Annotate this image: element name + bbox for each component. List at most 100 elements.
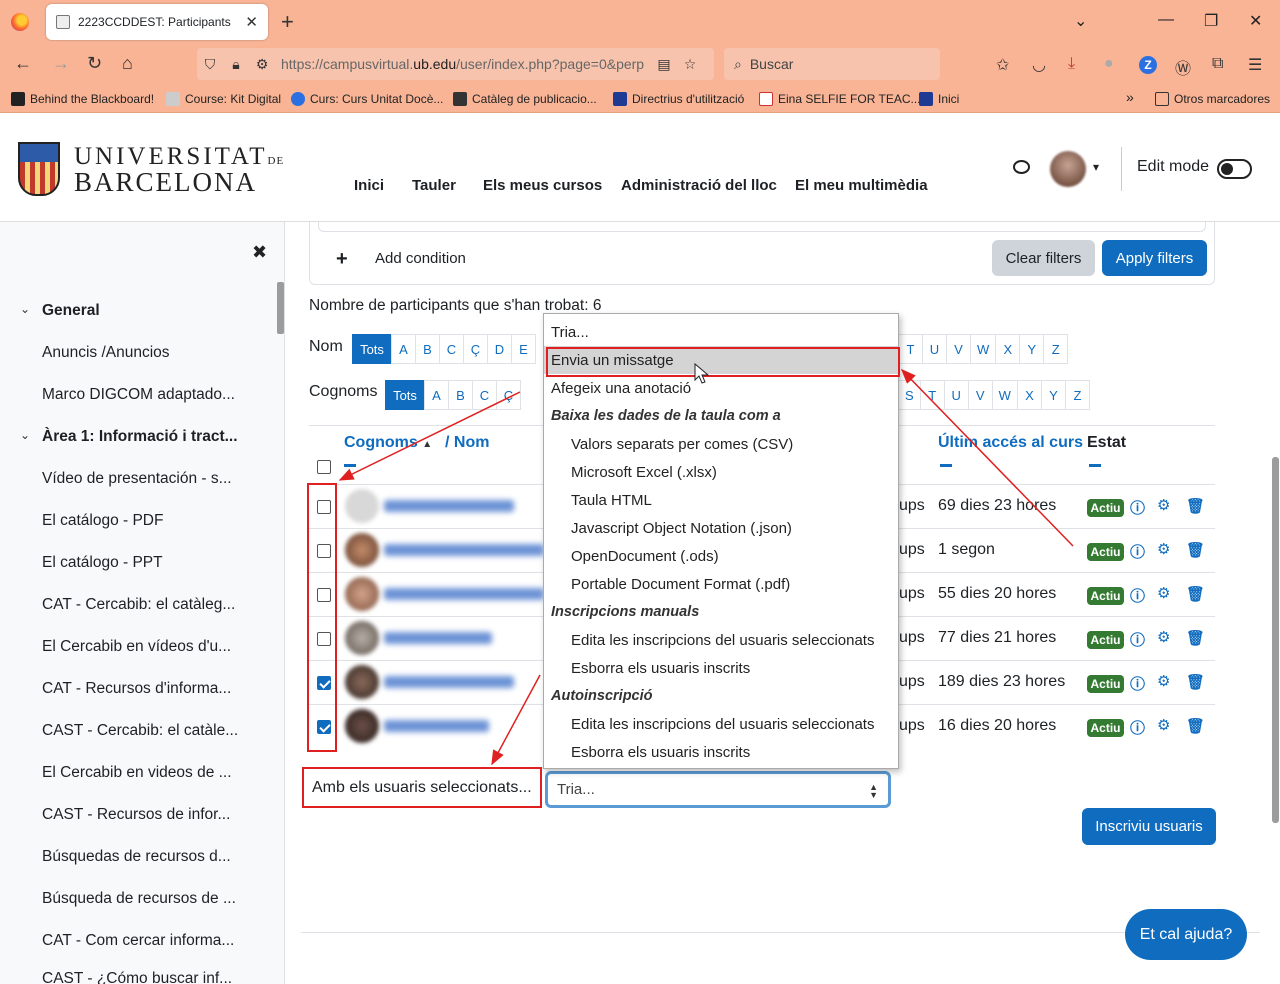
option-html[interactable]: Taula HTML (544, 486, 898, 514)
option-delete-self-enrolments[interactable]: Esborra els usuaris inscrits (544, 738, 898, 766)
initial-all[interactable]: Tots (385, 380, 425, 410)
participant-name-blurred[interactable] (384, 588, 544, 600)
initial-letter[interactable]: Y (1019, 334, 1045, 364)
col-header-name[interactable]: / Nom (445, 434, 489, 452)
option-xlsx[interactable]: Microsoft Excel (.xlsx) (544, 458, 898, 486)
nav-administracio[interactable]: Administració del lloc (621, 177, 777, 194)
initial-letter[interactable]: Ç (463, 334, 488, 364)
shield-icon[interactable]: ⛉ (197, 56, 223, 73)
participant-name-blurred[interactable] (384, 544, 544, 556)
initial-letter[interactable]: X (1016, 380, 1042, 410)
trash-icon[interactable]: 🗑︎ (1186, 629, 1205, 647)
extension-grey-icon[interactable]: ● (1104, 55, 1114, 73)
trash-icon[interactable]: 🗑︎ (1186, 673, 1205, 691)
collections-icon[interactable]: ✩ (996, 55, 1009, 75)
new-tab-icon[interactable]: + (281, 9, 294, 35)
reload-icon[interactable]: ↻ (87, 53, 102, 74)
nav-tauler[interactable]: Tauler (412, 177, 456, 194)
initial-letter[interactable]: U (922, 334, 947, 364)
option-delete-manual-enrolments[interactable]: Esborra els usuaris inscrits (544, 654, 898, 682)
bookmark-item[interactable]: Curs: Curs Unitat Docè... (291, 92, 443, 106)
sidebar-section-general[interactable]: General (42, 302, 100, 320)
sidebar-item[interactable]: El catálogo - PPT (42, 554, 163, 572)
participant-name-blurred[interactable] (384, 676, 514, 688)
add-condition-link[interactable]: Add condition (375, 250, 466, 267)
bookmark-item[interactable]: Course: Kit Digital (166, 92, 281, 106)
initial-all[interactable]: Tots (352, 334, 392, 364)
initial-letter[interactable]: T (898, 334, 923, 364)
info-icon[interactable]: ⓘ (1130, 629, 1145, 650)
lock-icon[interactable]: 🔒︎ (223, 56, 249, 73)
close-drawer-icon[interactable]: ✖ (252, 242, 267, 263)
gear-icon[interactable]: ⚙ (1157, 540, 1170, 558)
bookmark-star-icon[interactable]: ☆ (677, 56, 703, 73)
tab-list-chevron-icon[interactable]: ⌄ (1074, 11, 1087, 31)
ub-shield-logo-icon[interactable] (18, 142, 60, 196)
extensions-icon[interactable]: ⧉ (1212, 55, 1223, 73)
forward-icon[interactable]: → (52, 53, 70, 74)
gear-icon[interactable]: ⚙ (1157, 628, 1170, 646)
initial-letter[interactable]: Z (1064, 380, 1090, 410)
sidebar-item[interactable]: Vídeo de presentación - s... (42, 470, 232, 488)
initial-letter[interactable]: U (943, 380, 969, 410)
user-avatar[interactable] (1050, 151, 1086, 187)
sidebar-item[interactable]: CAST - Cercabib: el catàle... (42, 722, 238, 740)
gear-icon[interactable]: ⚙ (1157, 672, 1170, 690)
bookmark-item[interactable]: Directrius d'utilització (613, 92, 744, 106)
select-all-checkbox[interactable] (317, 460, 331, 474)
more-bookmarks-icon[interactable]: » (1126, 89, 1134, 105)
initial-letter[interactable]: C (472, 380, 497, 410)
option-ods[interactable]: OpenDocument (.ods) (544, 542, 898, 570)
bulk-action-select[interactable]: Tria... ▲ ▼ (545, 771, 891, 808)
initial-letter[interactable]: V (946, 334, 971, 364)
sidebar-item[interactable]: Anuncis /Anuncios (42, 344, 170, 362)
col-header-surname[interactable]: Cognoms ▲ (344, 434, 432, 452)
sidebar-item[interactable]: CAST - ¿Cómo buscar inf... (42, 970, 232, 984)
chevron-down-icon[interactable]: ⌄ (20, 302, 30, 316)
sidebar-item[interactable]: Marco DIGCOM adaptado... (42, 386, 235, 404)
initial-letter[interactable]: S (898, 380, 921, 410)
option-json[interactable]: Javascript Object Notation (.json) (544, 514, 898, 542)
url-bar[interactable]: ⛉ 🔒︎ ⚙︎ https://campusvirtual.ub.edu/use… (197, 48, 714, 80)
download-icon[interactable]: ⤓ (1068, 55, 1075, 73)
initial-letter[interactable]: E (511, 334, 536, 364)
trash-icon[interactable]: 🗑︎ (1186, 541, 1205, 559)
info-icon[interactable]: ⓘ (1130, 585, 1145, 606)
trash-icon[interactable]: 🗑︎ (1186, 497, 1205, 515)
firefox-icon[interactable] (11, 13, 29, 31)
url-text[interactable]: https://campusvirtual.ub.edu/user/index.… (281, 56, 651, 72)
initial-letter[interactable]: D (487, 334, 512, 364)
initial-letter[interactable]: A (424, 380, 449, 410)
option-edit-self-enrolments[interactable]: Edita les inscripcions del usuaris selec… (544, 710, 898, 738)
sidebar-item[interactable]: CAT - Recursos d'informa... (42, 680, 231, 698)
back-icon[interactable]: ← (14, 53, 32, 74)
participant-name-blurred[interactable] (384, 632, 492, 644)
initial-letter[interactable]: V (967, 380, 993, 410)
trash-icon[interactable]: 🗑︎ (1186, 717, 1205, 735)
option-tria[interactable]: Tria... (544, 318, 898, 346)
collapse-column-icon[interactable] (940, 464, 952, 467)
initial-letter[interactable]: T (919, 380, 945, 410)
option-csv[interactable]: Valors separats per comes (CSV) (544, 430, 898, 458)
collapse-column-icon[interactable] (344, 464, 356, 467)
home-icon[interactable]: ⌂ (122, 53, 133, 74)
collapse-column-icon[interactable] (1089, 464, 1101, 467)
pocket-icon[interactable]: ◡ (1032, 55, 1046, 75)
chevron-down-icon[interactable]: ⌄ (20, 428, 30, 442)
trash-icon[interactable]: 🗑︎ (1186, 585, 1205, 603)
gear-icon[interactable]: ⚙ (1157, 716, 1170, 734)
permissions-icon[interactable]: ⚙︎ (249, 56, 275, 73)
initial-letter[interactable]: Y (1040, 380, 1066, 410)
sidebar-item[interactable]: Búsquedas de recursos d... (42, 848, 231, 866)
wordpress-icon[interactable]: Ⓦ (1175, 55, 1191, 79)
initial-letter[interactable]: Ç (496, 380, 521, 410)
bookmark-item[interactable]: Behind the Blackboard! (11, 92, 154, 106)
nav-inici[interactable]: Inici (354, 177, 384, 194)
sidebar-item[interactable]: CAT - Cercabib: el catàleg... (42, 596, 235, 614)
initial-letter[interactable]: B (415, 334, 440, 364)
info-icon[interactable]: ⓘ (1130, 717, 1145, 738)
bookmark-item[interactable]: Catàleg de publicacio... (453, 92, 597, 106)
sidebar-section-area1[interactable]: Àrea 1: Informació i tract... (42, 428, 238, 446)
edit-mode-toggle[interactable] (1217, 159, 1252, 179)
bookmark-item[interactable]: Inici (919, 92, 959, 106)
